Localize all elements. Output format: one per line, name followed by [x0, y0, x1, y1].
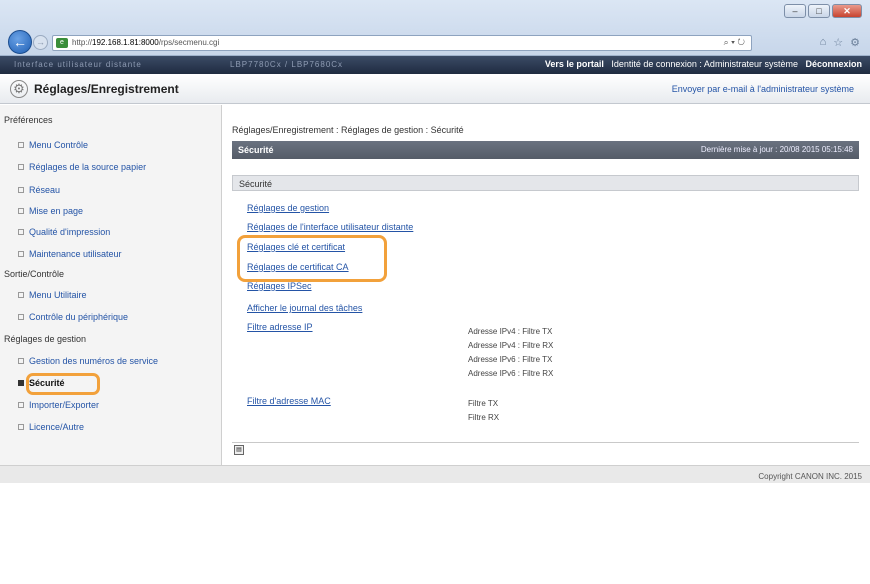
main-content: Réglages/Enregistrement : Réglages de ge…	[222, 105, 870, 465]
bullet-icon	[18, 229, 24, 235]
minimize-button[interactable]: –	[784, 4, 806, 18]
sidebar-item-menu-controle[interactable]: Menu Contrôle	[18, 140, 88, 150]
bullet-icon	[18, 251, 24, 257]
bullet-icon	[18, 142, 24, 148]
footer: Copyright CANON INC. 2015	[0, 465, 870, 483]
sidebar-item-source-papier[interactable]: Réglages de la source papier	[18, 162, 146, 172]
forward-button[interactable]: →	[33, 35, 48, 50]
highlight-securite	[26, 373, 100, 395]
last-update: Dernière mise à jour : 20/08 2015 05:15:…	[700, 145, 853, 154]
link-filtre-ip[interactable]: Filtre adresse IP	[247, 322, 313, 332]
logout-link[interactable]: Déconnexion	[805, 59, 862, 69]
sidebar-item-qualite-impression[interactable]: Qualité d'impression	[18, 227, 110, 237]
url-text: http://192.168.1.81:8000/rps/secmenu.cgi	[72, 38, 220, 47]
breadcrumb: Réglages/Enregistrement : Réglages de ge…	[232, 125, 464, 135]
page-header: ⚙ Réglages/Enregistrement Envoyer par e-…	[0, 74, 870, 104]
bullet-icon	[18, 187, 24, 193]
link-ipsec[interactable]: Réglages IPSec	[247, 281, 312, 291]
maximize-button[interactable]: □	[808, 4, 830, 18]
home-icon[interactable]: ⌂	[820, 36, 827, 49]
sidebar-item-menu-utilitaire[interactable]: Menu Utilitaire	[18, 290, 87, 300]
bullet-icon	[18, 424, 24, 430]
mac-filter-rx: Filtre RX	[468, 413, 500, 422]
sidebar-heading-preferences: Préférences	[4, 115, 53, 125]
highlight-certificate-links	[237, 235, 387, 282]
copyright: Copyright CANON INC. 2015	[758, 472, 862, 481]
bullet-icon	[18, 380, 24, 386]
browser-nav-icons: ⌂ ☆ ⚙	[820, 36, 860, 49]
page-title: Réglages/Enregistrement	[34, 82, 179, 96]
top-links: Vers le portail Identité de connexion : …	[545, 59, 862, 69]
sidebar-item-numeros-service[interactable]: Gestion des numéros de service	[18, 356, 158, 366]
login-info: Identité de connexion : Administrateur s…	[611, 59, 798, 69]
content-divider	[232, 442, 859, 443]
sidebar-item-importer-exporter[interactable]: Importer/Exporter	[18, 400, 99, 410]
browser-chrome: – □ ✕ ← → e http://192.168.1.81:8000/rps…	[0, 0, 870, 56]
site-favicon-icon: e	[56, 38, 68, 48]
link-journal-taches[interactable]: Afficher le journal des tâches	[247, 303, 362, 313]
window-controls: – □ ✕	[784, 4, 862, 18]
device-name: Interface utilisateur distante	[14, 60, 142, 69]
mail-admin-link[interactable]: Envoyer par e-mail à l'administrateur sy…	[672, 84, 854, 94]
bullet-icon	[18, 208, 24, 214]
bullet-icon	[18, 292, 24, 298]
close-button[interactable]: ✕	[832, 4, 862, 18]
link-interface-distante[interactable]: Réglages de l'interface utilisateur dist…	[247, 222, 413, 232]
settings-gear-icon: ⚙	[10, 80, 28, 98]
bullet-icon	[18, 358, 24, 364]
link-filtre-mac[interactable]: Filtre d'adresse MAC	[247, 396, 331, 406]
sidebar: Préférences Menu Contrôle Réglages de la…	[0, 105, 222, 465]
address-bar[interactable]: e http://192.168.1.81:8000/rps/secmenu.c…	[52, 35, 752, 51]
section-header: Sécurité Dernière mise à jour : 20/08 20…	[232, 141, 859, 159]
sidebar-heading-sortie-controle: Sortie/Contrôle	[4, 269, 65, 279]
ip-filter-v4-tx: Adresse IPv4 : Filtre TX	[468, 327, 553, 336]
device-model: LBP7780Cx / LBP7680Cx	[230, 60, 344, 69]
sidebar-item-reseau[interactable]: Réseau	[18, 185, 60, 195]
subsection-header: Sécurité	[232, 175, 859, 191]
portal-link[interactable]: Vers le portail	[545, 59, 604, 69]
section-title: Sécurité	[238, 145, 274, 155]
mac-filter-tx: Filtre TX	[468, 399, 499, 408]
sidebar-item-mise-en-page[interactable]: Mise en page	[18, 206, 83, 216]
link-reglages-gestion[interactable]: Réglages de gestion	[247, 203, 329, 213]
subsection-title: Sécurité	[239, 179, 273, 189]
sidebar-heading-reglages-gestion: Réglages de gestion	[4, 334, 87, 344]
bullet-icon	[18, 164, 24, 170]
bullet-icon	[18, 402, 24, 408]
favorites-star-icon[interactable]: ☆	[833, 36, 843, 49]
ip-filter-v6-rx: Adresse IPv6 : Filtre RX	[468, 369, 554, 378]
sidebar-item-maintenance[interactable]: Maintenance utilisateur	[18, 249, 122, 259]
top-bar: Interface utilisateur distante LBP7780Cx…	[0, 56, 870, 74]
sidebar-item-controle-peripherique[interactable]: Contrôle du périphérique	[18, 312, 128, 322]
bullet-icon	[18, 314, 24, 320]
ip-filter-v4-rx: Adresse IPv4 : Filtre RX	[468, 341, 554, 350]
sidebar-item-licence-autre[interactable]: Licence/Autre	[18, 422, 84, 432]
ip-filter-v6-tx: Adresse IPv6 : Filtre TX	[468, 355, 553, 364]
back-button[interactable]: ←	[8, 30, 32, 54]
print-icon[interactable]: ▤	[234, 445, 244, 455]
search-refresh-icons[interactable]: ⌕ ▾ ↻	[724, 37, 745, 48]
tools-gear-icon[interactable]: ⚙	[850, 36, 860, 49]
